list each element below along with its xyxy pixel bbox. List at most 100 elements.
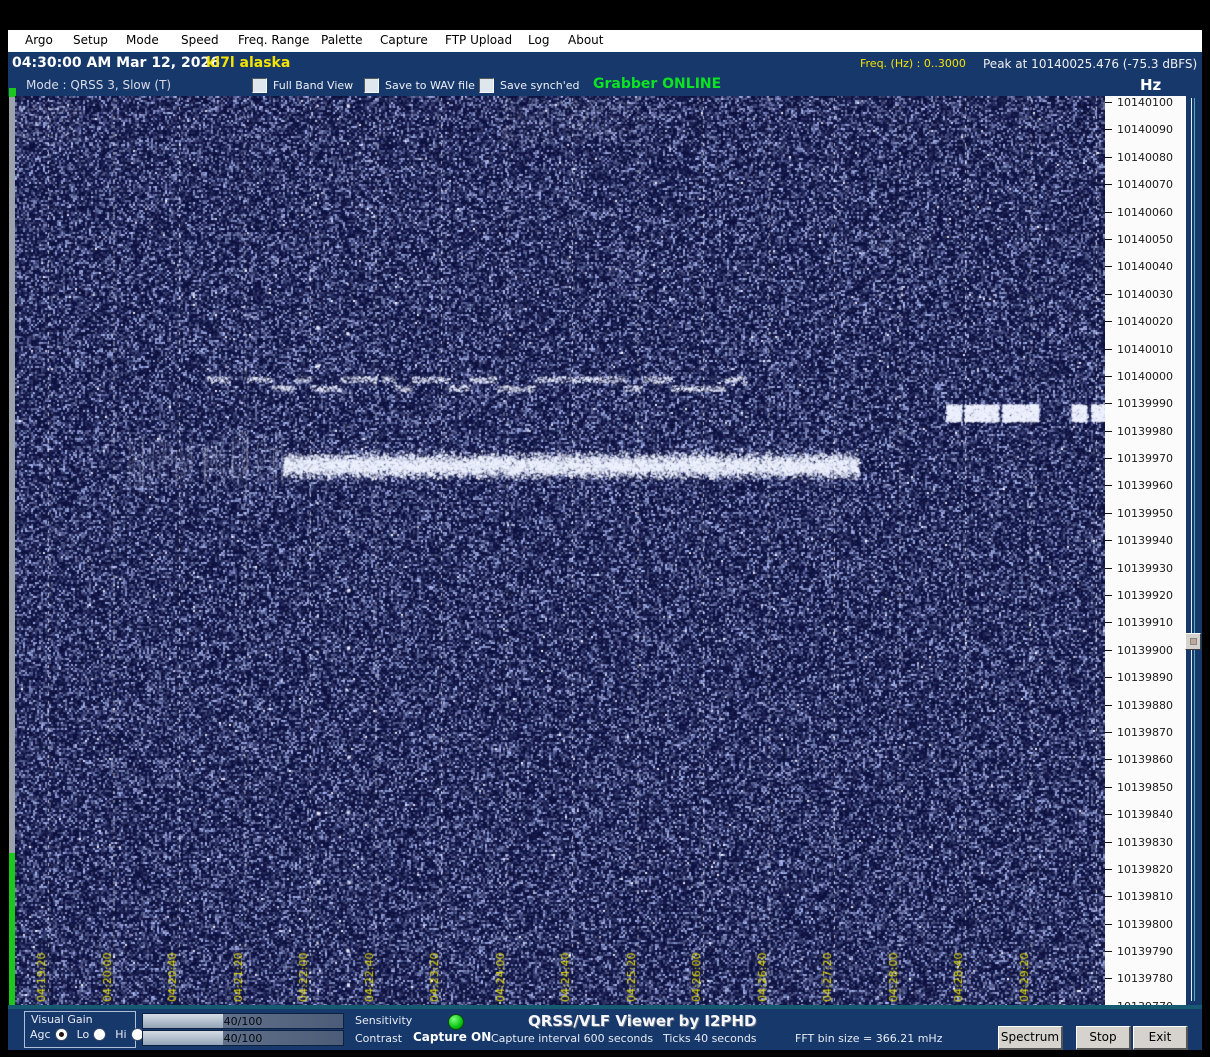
freq-axis-label: 10140040 [1117, 260, 1173, 274]
menu-item-freq-range[interactable]: Freq. Range [238, 33, 309, 47]
freq-scroll-thumb[interactable] [1185, 633, 1201, 650]
freq-tick-mark [1105, 622, 1112, 624]
menu-bar: Argo Setup Mode Speed Freq. Range Palette Capt… [8, 30, 1202, 52]
freq-tick-mark [1105, 595, 1112, 597]
freq-axis-label: 10140000 [1117, 369, 1173, 383]
sensitivity-slider[interactable]: 40/100 [142, 1013, 344, 1029]
freq-tick-mark [1105, 211, 1112, 213]
freq-axis-row: 10140070 [1105, 178, 1186, 192]
freq-axis-label: 10139990 [1117, 397, 1173, 411]
freq-tick-mark [1105, 184, 1112, 186]
freq-axis: 10140100 10140090 10140080 10140070 10140060… [1105, 96, 1186, 1005]
freq-tick-mark [1105, 403, 1112, 405]
datetime-display: 04:30:00 AM Mar 12, 2026 [12, 55, 220, 71]
freq-scroll-track-line [1191, 98, 1192, 1001]
freq-tick-mark [1105, 266, 1112, 268]
checkbox-save-synch-ed[interactable] [479, 78, 494, 93]
freq-axis-row: 10140050 [1105, 233, 1186, 247]
menu-item-about[interactable]: About [568, 33, 603, 47]
freq-tick-mark [1105, 704, 1112, 706]
checkbox-save-to-wav-file[interactable] [364, 78, 379, 93]
freq-scroll-track-line-shadow [1194, 98, 1195, 1001]
menu-item-log[interactable]: Log [528, 33, 549, 47]
freq-axis-label: 10139800 [1117, 917, 1173, 931]
menu-item-palette[interactable]: Palette [321, 33, 363, 47]
freq-tick-mark [1105, 649, 1112, 651]
app-title: QRSS/VLF Viewer by I2PHD [528, 1012, 757, 1030]
freq-tick-mark [1105, 238, 1112, 240]
freq-axis-row: 10140090 [1105, 123, 1186, 137]
freq-axis-label: 10139820 [1117, 862, 1173, 876]
visual-gain-options: Agc Lo Hi [30, 1028, 144, 1041]
menu-item-ftp-upload[interactable]: FTP Upload [445, 33, 512, 47]
freq-axis-label: 10139910 [1117, 616, 1173, 630]
freq-range-readout: Freq. (Hz) : 0..3000 [860, 57, 966, 70]
radio-option-hi: Hi [115, 1028, 144, 1041]
freq-axis-label: 10139970 [1117, 452, 1173, 466]
ticks-info: Ticks 40 seconds [663, 1032, 757, 1045]
freq-axis-label: 10139830 [1117, 835, 1173, 849]
capture-state: Capture ON [413, 1030, 492, 1044]
freq-axis-label: 10139900 [1117, 643, 1173, 657]
checkbox-label: Save to WAV file [385, 79, 475, 92]
freq-tick-mark [1105, 293, 1112, 295]
freq-axis-label: 10140050 [1117, 232, 1173, 246]
freq-tick-mark [1105, 129, 1112, 131]
freq-axis-row: 10139940 [1105, 534, 1186, 548]
capture-interval-info: Capture interval 600 seconds [491, 1032, 654, 1045]
menu-item-speed[interactable]: Speed [181, 33, 219, 47]
radio-label: Hi [115, 1028, 127, 1041]
freq-tick-mark [1105, 951, 1112, 953]
freq-axis-row: 10140010 [1105, 343, 1186, 357]
freq-tick-mark [1105, 731, 1112, 733]
freq-axis-row: 10139790 [1105, 945, 1186, 959]
radio-agc[interactable] [54, 1028, 68, 1041]
spectrum-button[interactable]: Spectrum [998, 1026, 1063, 1050]
sensitivity-value: 40/100 [223, 1015, 263, 1028]
checkbox-item: Save to WAV file [364, 78, 475, 93]
freq-axis-label: 10140030 [1117, 287, 1173, 301]
freq-axis-label: 10140060 [1117, 205, 1173, 219]
freq-axis-label: 10140080 [1117, 150, 1173, 164]
checkbox-label: Save synch'ed [500, 79, 580, 92]
freq-tick-mark [1105, 677, 1112, 679]
menu-item-argo[interactable]: Argo [25, 33, 53, 47]
freq-tick-mark [1105, 485, 1112, 487]
freq-axis-label: 10139930 [1117, 561, 1173, 575]
radio-option-agc: Agc [30, 1028, 68, 1041]
peak-readout: Peak at 10140025.476 (-75.3 dBFS) [983, 57, 1198, 71]
freq-axis-label: 10140070 [1117, 178, 1173, 192]
freq-axis-row: 10139840 [1105, 808, 1186, 822]
freq-axis-label: 10139790 [1117, 945, 1173, 959]
menu-item-mode[interactable]: Mode [126, 33, 159, 47]
freq-tick-mark [1105, 759, 1112, 761]
menu-item-setup[interactable]: Setup [73, 33, 108, 47]
freq-tick-mark [1105, 156, 1112, 158]
freq-axis-label: 10140100 [1117, 96, 1173, 109]
freq-tick-mark [1105, 978, 1112, 980]
menu-item-capture[interactable]: Capture [380, 33, 428, 47]
freq-axis-row: 10139800 [1105, 918, 1186, 932]
freq-axis-row: 10139810 [1105, 890, 1186, 904]
sensitivity-label: Sensitivity [355, 1014, 413, 1027]
stop-button[interactable]: Stop [1076, 1026, 1131, 1050]
freq-axis-label: 10139890 [1117, 671, 1173, 685]
checkbox-full-band-view[interactable] [252, 78, 267, 93]
freq-tick-mark [1105, 896, 1112, 898]
radio-label: Agc [30, 1028, 51, 1041]
radio-lo[interactable] [93, 1028, 107, 1041]
freq-axis-row: 10139830 [1105, 836, 1186, 850]
freq-tick-mark [1105, 567, 1112, 569]
capture-led-icon [448, 1014, 464, 1030]
freq-axis-label: 10139920 [1117, 589, 1173, 603]
freq-axis-row: 10140030 [1105, 288, 1186, 302]
freq-tick-mark [1105, 540, 1112, 542]
freq-tick-mark [1105, 841, 1112, 843]
contrast-slider[interactable]: 40/100 [142, 1030, 344, 1046]
status-row-mode: Mode : QRSS 3, Slow (T) Full Band View Sa… [8, 74, 1202, 96]
freq-axis-row: 10140100 [1105, 96, 1186, 110]
freq-tick-mark [1105, 102, 1112, 103]
waterfall-spectrogram[interactable] [15, 96, 1105, 1005]
freq-axis-label: 10139840 [1117, 808, 1173, 822]
exit-button[interactable]: Exit [1133, 1026, 1188, 1050]
